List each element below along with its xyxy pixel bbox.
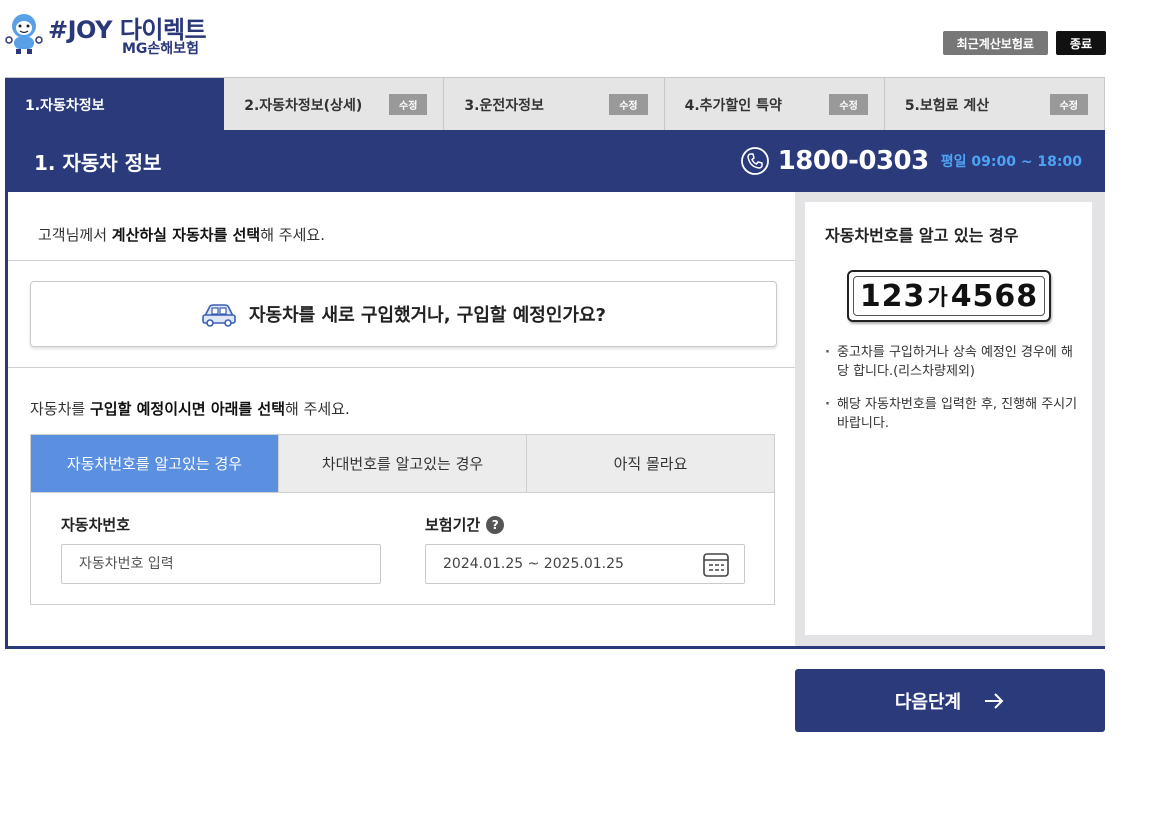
help-panel: 자동차번호를 알고 있는 경우 123가4568 중고차를 구입하거나 상속 예…	[795, 192, 1105, 646]
logo[interactable]: #JOY 다이렉트 MG손해보험	[4, 8, 224, 58]
next-step-label: 다음단계	[894, 691, 962, 713]
insurance-period-field[interactable]: 2024.01.25 ~ 2025.01.25	[425, 544, 745, 584]
exit-button[interactable]: 종료	[1055, 31, 1106, 55]
tab-discount[interactable]: 4.추가할인 특약 수정	[664, 78, 885, 131]
new-car-label: 자동차를 새로 구입했거나, 구입할 예정인가요?	[249, 305, 606, 326]
section-title: 1. 자동차 정보	[34, 150, 162, 175]
tab-label: 4.추가할인 특약	[684, 97, 782, 114]
help-card: 자동차번호를 알고 있는 경우 123가4568 중고차를 구입하거나 상속 예…	[805, 202, 1092, 635]
help-notes: 중고차를 구입하거나 상속 예정인 경우에 해당 합니다.(리스차량제외) 해당…	[825, 344, 1081, 447]
period-label: 보험기간	[425, 516, 481, 534]
edit-badge[interactable]: 수정	[389, 94, 428, 115]
instruction-select-car: 고객님께서 계산하실 자동차를 선택해 주세요.	[38, 226, 325, 244]
calendar-icon[interactable]	[702, 552, 730, 578]
phone-icon	[740, 147, 769, 175]
tab-label: 3.운전자정보	[464, 97, 544, 114]
car-number-input[interactable]	[61, 544, 381, 584]
phone-number: 1800-0303	[777, 146, 930, 176]
next-step-button[interactable]: 다음단계	[795, 669, 1105, 732]
tab-car-detail[interactable]: 2.자동차정보(상세) 수정	[224, 78, 445, 131]
new-car-button[interactable]: 자동차를 새로 구입했거나, 구입할 예정인가요?	[30, 281, 777, 347]
known-info-tabs: 자동차번호를 알고있는 경우 차대번호를 알고있는 경우 아직 몰라요	[30, 434, 775, 493]
tab-know-plate[interactable]: 자동차번호를 알고있는 경우	[31, 435, 279, 492]
tab-car-info[interactable]: 1.자동차정보	[5, 78, 225, 131]
logo-subtitle: MG손해보험	[122, 41, 199, 57]
instruction-purchase: 자동차를 구입할 예정이시면 아래를 선택해 주세요.	[30, 400, 350, 418]
plate-number: 123 가 4568	[853, 276, 1045, 316]
period-value: 2024.01.25 ~ 2025.01.25	[443, 556, 624, 572]
edit-badge[interactable]: 수정	[609, 94, 648, 115]
top-buttons: 최근계산보험료 종료	[942, 31, 1106, 55]
edit-badge[interactable]: 수정	[829, 94, 868, 115]
license-plate-example: 123 가 4568	[847, 270, 1051, 322]
car-icon	[202, 304, 236, 327]
tab-not-yet[interactable]: 아직 몰라요	[527, 435, 774, 492]
divider	[8, 367, 795, 368]
tab-premium-calc[interactable]: 5.보험료 계산 수정	[884, 78, 1106, 131]
arrow-right-icon	[985, 692, 1004, 709]
plate-form: 자동차번호 보험기간 ? 2024.01.25 ~ 2025.01.25	[30, 493, 775, 605]
recent-premium-button[interactable]: 최근계산보험료	[942, 31, 1048, 55]
tab-know-vin[interactable]: 차대번호를 알고있는 경우	[279, 435, 527, 492]
help-icon[interactable]: ?	[486, 515, 505, 534]
tab-label: 1.자동차정보	[25, 97, 105, 114]
tab-label: 2.자동차정보(상세)	[244, 97, 363, 114]
help-title: 자동차번호를 알고 있는 경우	[825, 226, 1019, 245]
mascot-icon	[5, 14, 43, 54]
business-hours: 평일 09:00 ~ 18:00	[940, 154, 1082, 170]
period-label-group: 보험기간 ?	[425, 514, 505, 535]
phone-info: 1800-0303 평일 09:00 ~ 18:00	[740, 146, 1082, 176]
selection-panel: 고객님께서 계산하실 자동차를 선택해 주세요. 자동차를 새로 구입했거나, …	[8, 192, 795, 646]
help-note: 중고차를 구입하거나 상속 예정인 경우에 해당 합니다.(리스차량제외)	[825, 344, 1081, 382]
divider	[8, 260, 795, 261]
tab-driver-info[interactable]: 3.운전자정보 수정	[444, 78, 665, 131]
help-note: 해당 자동차번호를 입력한 후, 진행해 주시기 바랍니다.	[825, 396, 1081, 434]
step-tabs: 1.자동차정보 2.자동차정보(상세) 수정 3.운전자정보 수정 4.추가할인…	[5, 77, 1106, 131]
edit-badge[interactable]: 수정	[1049, 94, 1089, 115]
tab-label: 5.보험료 계산	[904, 97, 990, 114]
main-frame: 1. 자동차 정보 1800-0303 평일 09:00 ~ 18:00 고객님…	[5, 130, 1105, 649]
section-header: 1. 자동차 정보 1800-0303 평일 09:00 ~ 18:00	[8, 130, 1102, 192]
car-number-label: 자동차번호	[61, 516, 131, 534]
